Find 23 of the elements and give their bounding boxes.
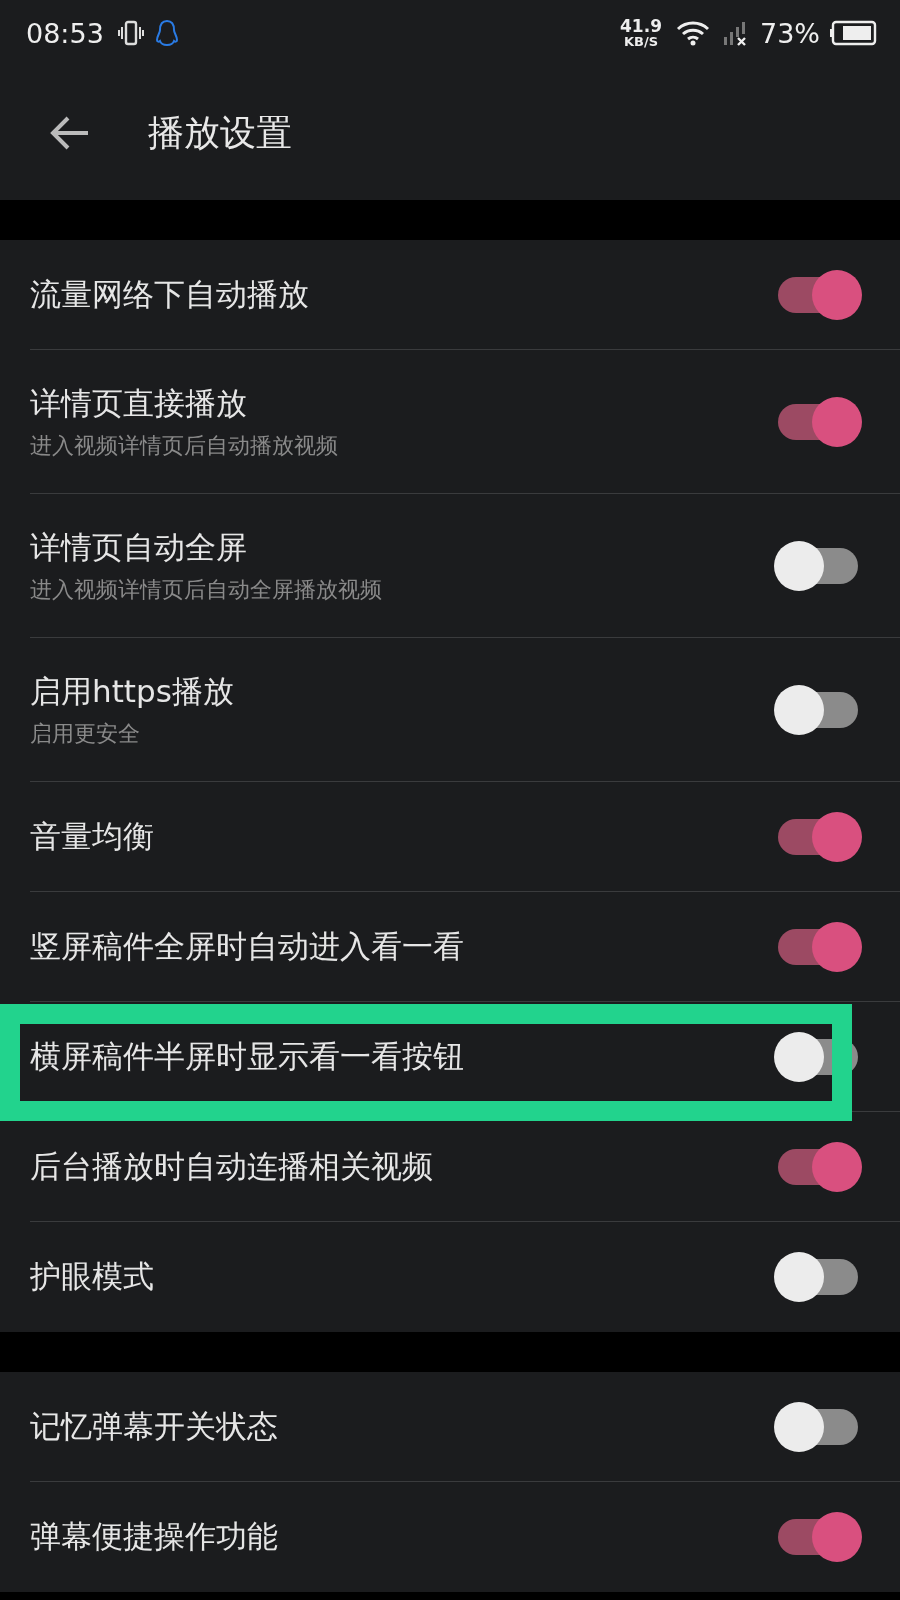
setting-title: 竖屏稿件全屏时自动进入看一看 xyxy=(30,926,465,966)
setting-description: 进入视频详情页后自动全屏播放视频 xyxy=(30,575,383,604)
status-time: 08:53 xyxy=(26,17,104,49)
setting-title: 护眼模式 xyxy=(30,1257,155,1296)
setting-title: 记忆弹幕开关状态 xyxy=(30,1406,279,1446)
setting-title: 后台播放时自动连播相关视频 xyxy=(30,1146,434,1186)
setting-title: 流量网络下自动播放 xyxy=(30,274,310,314)
vibrate-icon xyxy=(117,18,144,48)
setting-description: 进入视频详情页后自动播放视频 xyxy=(30,431,339,460)
penguin-icon xyxy=(153,18,180,48)
setting-title: 弹幕便捷操作功能 xyxy=(30,1517,279,1556)
setting-title: 音量均衡 xyxy=(30,816,155,856)
battery-icon xyxy=(830,20,878,46)
setting-title: 详情页直接播放 xyxy=(30,383,248,423)
setting-title: 启用https播放 xyxy=(30,671,235,711)
wifi-icon xyxy=(676,19,712,47)
setting-description: 启用更安全 xyxy=(30,719,141,748)
setting-title: 详情页自动全屏 xyxy=(30,527,248,567)
speed-value: 41.9 xyxy=(620,18,662,35)
setting-title: 横屏稿件半屏时显示看一看按钮 xyxy=(30,1036,465,1076)
page-title: 播放设置 xyxy=(148,110,292,155)
battery-percent: 73% xyxy=(760,17,820,49)
speed-unit: KB/S xyxy=(623,35,659,48)
